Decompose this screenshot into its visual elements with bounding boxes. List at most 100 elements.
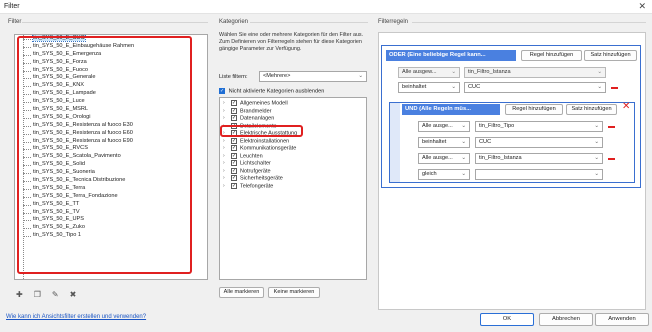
and-rule-2-value-field[interactable]: ⌄	[475, 169, 603, 180]
and-rule-2-operator-dropdown[interactable]: gleich ⌄	[418, 169, 470, 180]
chevron-down-icon: ⌄	[597, 69, 602, 75]
chevron-down-icon: ⌄	[461, 171, 466, 177]
category-label: Elektroinstallationen	[240, 137, 290, 144]
category-checkbox[interactable]: ✓	[231, 160, 237, 166]
delete-filter-icon[interactable]: ✖	[70, 290, 77, 299]
new-filter-icon[interactable]: ✚	[16, 290, 23, 299]
and-rule-1-operator-value: beinhaltet	[422, 139, 447, 145]
and-rule-1-value-field[interactable]: CUC ⌄	[475, 137, 603, 148]
and-rule-1-scope-dropdown[interactable]: Alle ausge... ⌄	[418, 121, 470, 132]
chevron-down-icon: ⌄	[461, 155, 466, 161]
category-label: Datenanlagen	[240, 115, 275, 122]
cancel-button[interactable]: Abbrechen	[539, 313, 593, 326]
chevron-down-icon: ⌄	[594, 123, 599, 129]
expand-arrow-icon[interactable]: ›	[223, 115, 231, 123]
select-all-button[interactable]: Alle markieren	[219, 287, 264, 298]
close-icon[interactable]: ✕	[638, 1, 646, 12]
or-group-header[interactable]: ODER (Eine beliebige Regel kann...	[386, 50, 516, 61]
categories-section-divider	[250, 22, 368, 23]
category-item[interactable]: › ✓ Datenanlagen	[220, 115, 366, 123]
category-label: Sicherheitsgeräte	[240, 175, 283, 182]
add-set-button[interactable]: Satz hinzufügen	[584, 50, 637, 61]
and-rule-1-operator-dropdown[interactable]: beinhaltet ⌄	[418, 137, 470, 148]
chevron-down-icon: ⌄	[461, 123, 466, 129]
remove-rule-icon[interactable]	[611, 87, 618, 89]
category-checkbox[interactable]: ✓	[231, 145, 237, 151]
or-rule-scope-dropdown[interactable]: Alle ausgew... ⌄	[398, 67, 460, 78]
delete-set-icon[interactable]: ✕	[622, 101, 630, 112]
rename-filter-icon[interactable]: ✎	[52, 290, 59, 299]
or-rule-parameter-value: tin_Filtro_Istanza	[468, 69, 511, 75]
add-rule-button[interactable]: Regel hinzufügen	[521, 50, 582, 61]
filter-list-highlight	[17, 36, 192, 274]
filter-section-label: Filter	[8, 19, 22, 25]
select-none-button[interactable]: Keine markieren	[268, 287, 320, 298]
and-rule-2-scope-dropdown[interactable]: Alle ausge... ⌄	[418, 153, 470, 164]
or-rule-operator-dropdown[interactable]: beinhaltet ⌄	[398, 82, 460, 93]
category-item[interactable]: › ✓ Lichtschalter	[220, 160, 366, 168]
hide-unchecked-label: Nicht aktivierte Kategorien ausblenden	[228, 88, 325, 95]
and-rule-1-value-text: CUC	[479, 139, 492, 145]
category-label: Allgemeines Modell	[240, 100, 288, 107]
category-item[interactable]: › ✓ Notrufgeräte	[220, 167, 366, 176]
or-rule-scope-value: Alle ausgew...	[402, 69, 437, 75]
chevron-down-icon: ⌄	[358, 73, 363, 79]
or-rule-operator-value: beinhaltet	[402, 84, 427, 90]
category-item[interactable]: › ✓ Kommunikationsgeräte	[220, 145, 366, 153]
and-rule-2-parameter-value: tin_Filtro_Istanza	[479, 155, 522, 161]
category-checkbox[interactable]: ✓	[231, 152, 237, 159]
category-item[interactable]: › ✓ Elektroinstallationen	[220, 137, 366, 146]
list-filter-dropdown[interactable]: <Mehrere> ⌄	[259, 71, 367, 82]
and-rule-1-parameter-dropdown[interactable]: tin_Filtro_Tipo ⌄	[475, 121, 603, 132]
category-checkbox[interactable]: ✓	[231, 167, 237, 174]
and-rule-2-parameter-dropdown[interactable]: tin_Filtro_Istanza ⌄	[475, 153, 603, 164]
category-checkbox[interactable]: ✓	[231, 107, 237, 114]
and-add-set-button[interactable]: Satz hinzufügen	[566, 104, 617, 115]
category-item[interactable]: › ✓ Leuchten	[220, 152, 366, 161]
and-rule-2-scope-value: Alle ausge...	[422, 155, 453, 161]
filter-section-divider	[22, 22, 208, 23]
and-add-rule-button[interactable]: Regel hinzufügen	[505, 104, 563, 115]
apply-button[interactable]: Anwenden	[595, 313, 649, 326]
and-group-header[interactable]: UND (Alle Regeln müs...	[402, 104, 500, 115]
expand-arrow-icon[interactable]: ›	[223, 160, 231, 168]
hide-unchecked-checkbox[interactable]: ✓	[219, 88, 225, 94]
chevron-down-icon: ⌄	[594, 171, 599, 177]
duplicate-filter-icon[interactable]: ❐	[34, 290, 41, 299]
chevron-down-icon: ⌄	[451, 84, 456, 90]
remove-rule-icon[interactable]	[608, 158, 615, 160]
category-label: Lichtschalter	[240, 160, 271, 167]
list-filter-label: Liste filtern:	[219, 74, 248, 80]
category-checkbox[interactable]: ✓	[231, 137, 237, 144]
category-highlight	[220, 125, 303, 137]
categories-description: Wählen Sie eine oder mehrere Kategorien …	[219, 32, 364, 52]
category-checkbox[interactable]: ✓	[231, 115, 237, 121]
expand-arrow-icon[interactable]: ›	[223, 175, 231, 183]
category-item[interactable]: › ✓ Allgemeines Modell	[220, 100, 366, 108]
category-label: Kommunikationsgeräte	[240, 145, 297, 152]
expand-arrow-icon[interactable]: ›	[223, 100, 231, 108]
hide-unchecked-row[interactable]: ✓ Nicht aktivierte Kategorien ausblenden	[219, 88, 324, 94]
category-item[interactable]: › ✓ Brandmelder	[220, 107, 366, 116]
category-item[interactable]: › ✓ Telefongeräte	[220, 182, 366, 191]
remove-rule-icon[interactable]	[608, 126, 615, 128]
rules-section-label: Filterregeln	[378, 19, 409, 25]
ok-button[interactable]: OK	[480, 313, 534, 326]
category-item[interactable]: › ✓ Sicherheitsgeräte	[220, 175, 366, 183]
title-bar: Filter ✕	[0, 0, 652, 14]
category-checkbox[interactable]: ✓	[231, 182, 237, 189]
chevron-down-icon: ⌄	[451, 69, 456, 75]
expand-arrow-icon[interactable]: ›	[223, 145, 231, 153]
and-group-bar	[390, 103, 400, 182]
or-rule-parameter-dropdown[interactable]: tin_Filtro_Istanza ⌄	[464, 67, 606, 78]
category-checkbox[interactable]: ✓	[231, 175, 237, 181]
chevron-down-icon: ⌄	[594, 155, 599, 161]
list-filter-value: <Mehrere>	[263, 73, 291, 79]
rules-section-divider	[412, 22, 646, 23]
category-checkbox[interactable]: ✓	[231, 100, 237, 106]
help-link[interactable]: Wie kann ich Ansichtsfilter erstellen un…	[6, 314, 146, 320]
chevron-down-icon: ⌄	[597, 84, 602, 90]
expand-arrow-icon[interactable]: ›	[223, 183, 231, 191]
chevron-down-icon: ⌄	[594, 139, 599, 145]
or-rule-value-field[interactable]: CUC ⌄	[464, 82, 606, 93]
